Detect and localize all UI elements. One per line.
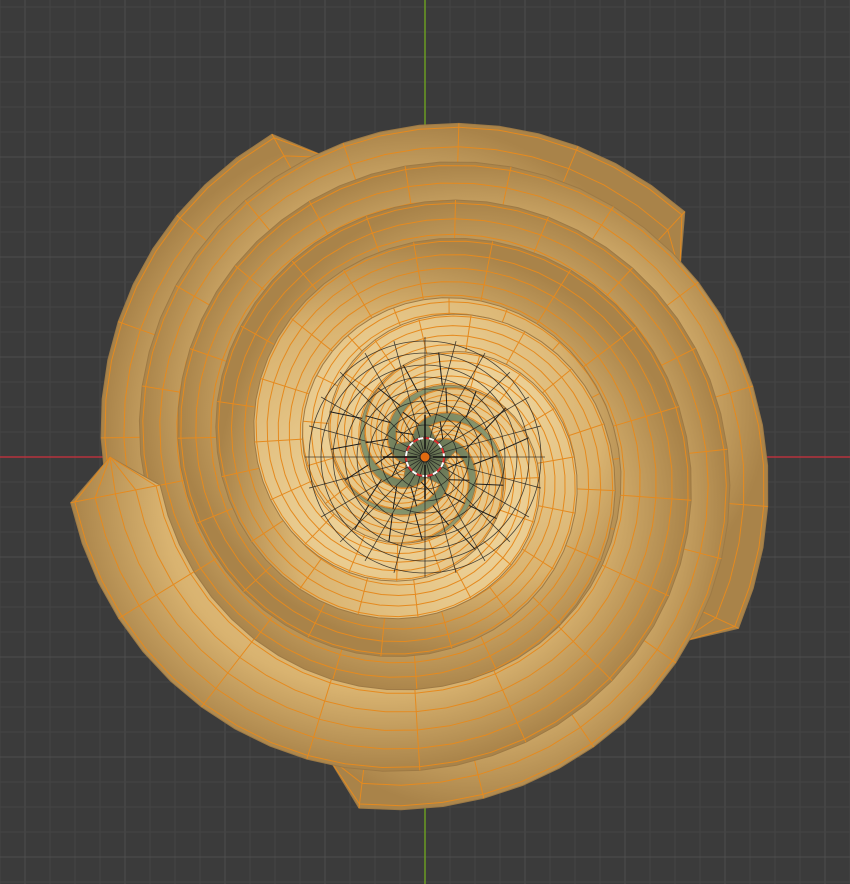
3d-viewport[interactable] (0, 0, 850, 884)
wire-edge (448, 479, 470, 481)
viewport-canvas[interactable] (0, 0, 850, 884)
object-origin-icon (419, 451, 431, 463)
